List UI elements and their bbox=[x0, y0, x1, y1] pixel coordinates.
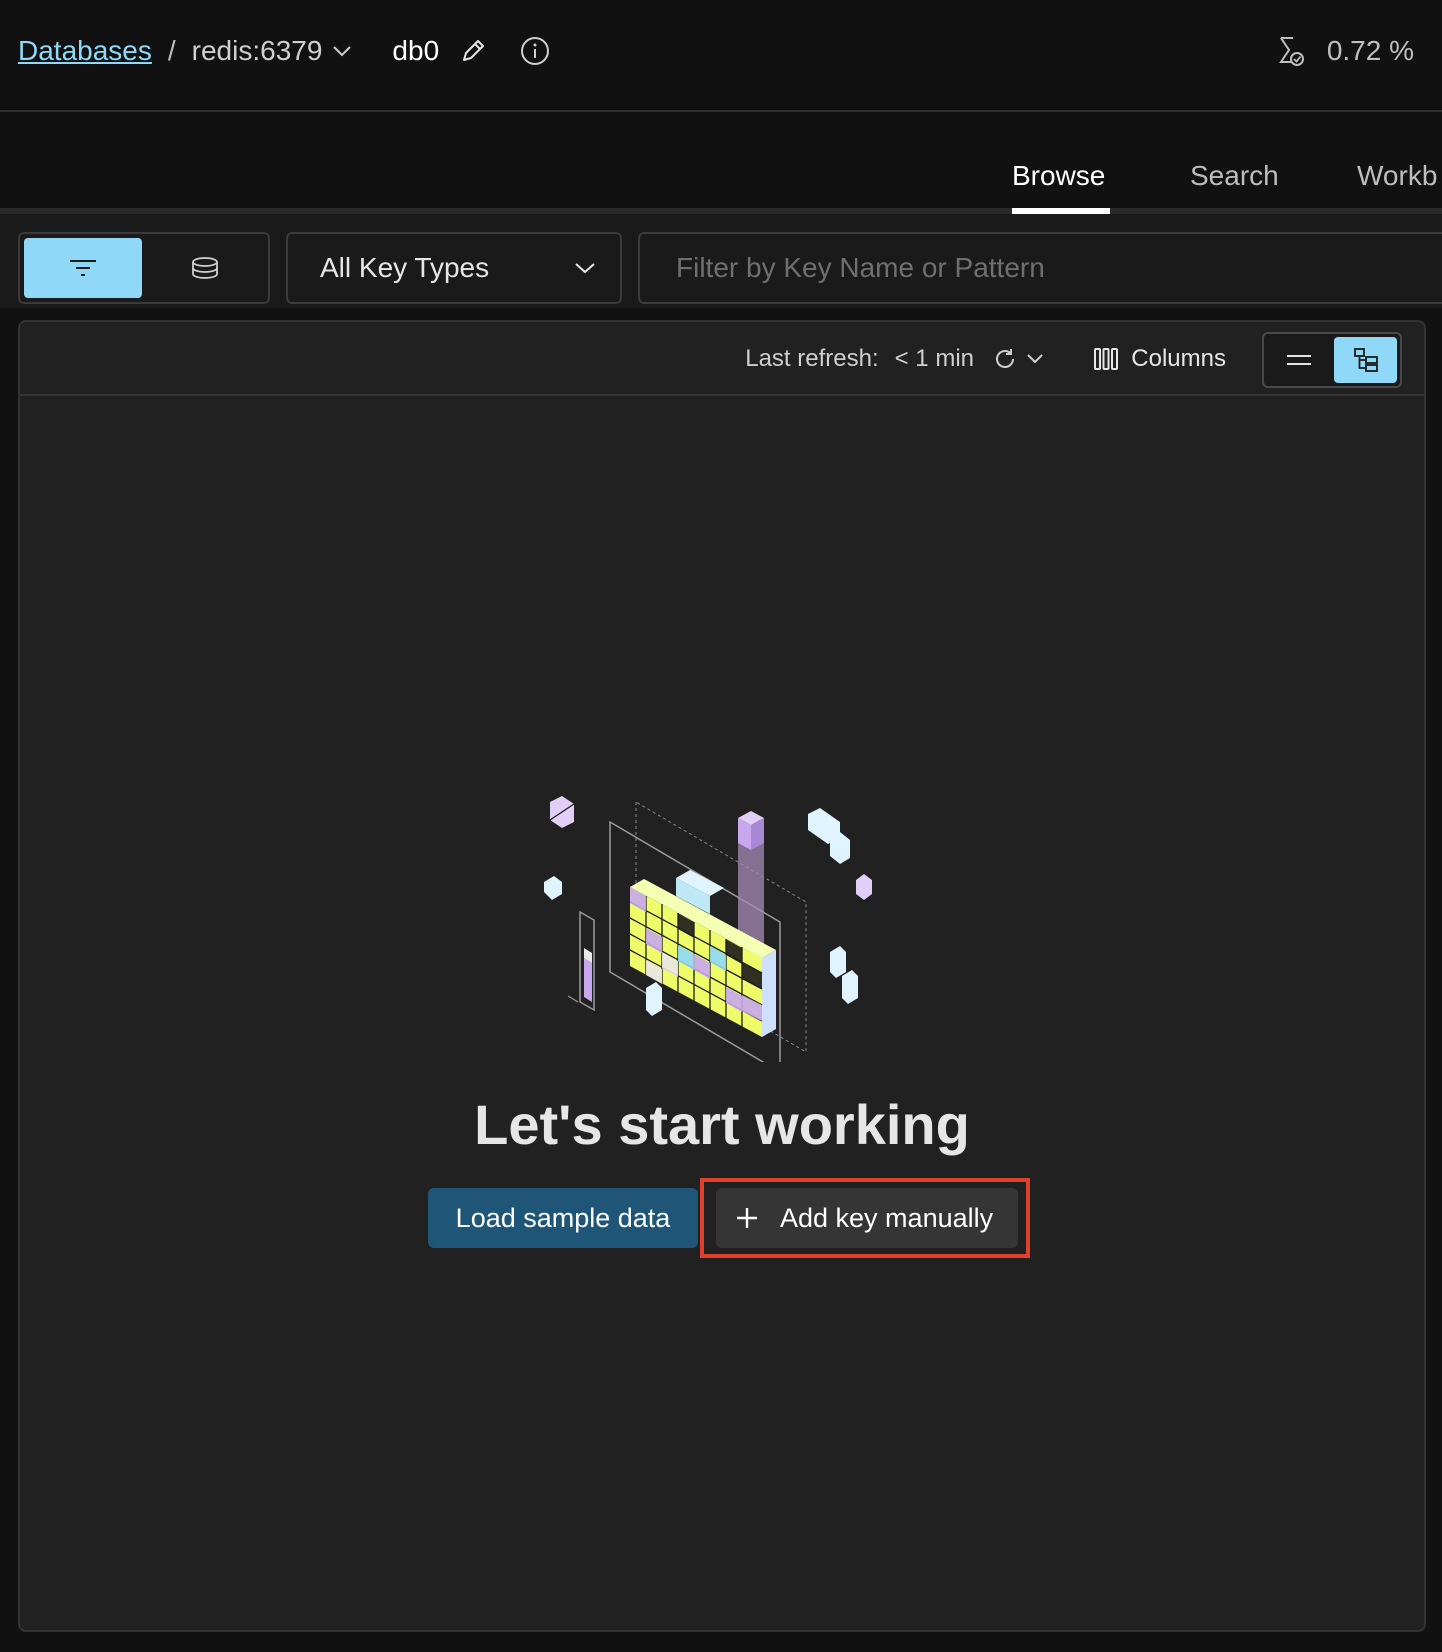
key-type-dropdown[interactable]: All Key Types bbox=[286, 232, 622, 304]
cpu-metric: 0.72 % bbox=[1277, 30, 1414, 72]
databases-link[interactable]: Databases bbox=[18, 35, 152, 67]
key-filter-input[interactable] bbox=[638, 232, 1442, 304]
columns-icon bbox=[1094, 348, 1119, 370]
database-search-icon bbox=[192, 257, 218, 279]
filter-mode-button[interactable] bbox=[24, 238, 142, 298]
top-bar: Databases / redis:6379 db0 0.72 % bbox=[0, 0, 1442, 112]
last-refresh-value: < 1 min bbox=[894, 345, 974, 372]
breadcrumb-separator: / bbox=[167, 35, 176, 66]
list-view-button[interactable] bbox=[1267, 337, 1330, 383]
columns-label: Columns bbox=[1131, 345, 1226, 372]
add-key-manually-button[interactable]: Add key manually bbox=[716, 1188, 1018, 1248]
filter-icon bbox=[70, 260, 96, 276]
key-list-panel: Last refresh: < 1 min Columns Let's star… bbox=[18, 320, 1426, 1632]
chevron-down-icon bbox=[575, 263, 595, 274]
db-index: db0 bbox=[392, 35, 440, 66]
view-mode-switch bbox=[1262, 332, 1402, 388]
breadcrumb: Databases / redis:6379 db0 bbox=[18, 30, 551, 72]
load-sample-data-button[interactable]: Load sample data bbox=[428, 1188, 698, 1248]
key-type-value: All Key Types bbox=[320, 252, 490, 283]
empty-state-illustration bbox=[544, 796, 872, 1062]
cpu-usage-value: 0.72 % bbox=[1326, 35, 1414, 66]
tab-workbench[interactable]: Workb bbox=[1357, 160, 1437, 192]
database-selector[interactable]: redis:6379 bbox=[192, 35, 353, 67]
database-name: redis:6379 bbox=[191, 35, 323, 66]
vector-search-mode-button[interactable] bbox=[146, 238, 264, 298]
pencil-icon[interactable] bbox=[459, 37, 487, 65]
empty-state-title: Let's start working bbox=[474, 1093, 970, 1156]
plus-icon bbox=[737, 1208, 757, 1228]
last-refresh-label: Last refresh: bbox=[745, 345, 879, 372]
tab-bar: Browse Search Workb bbox=[0, 114, 1442, 214]
chevron-down-icon bbox=[333, 46, 352, 57]
info-icon[interactable] bbox=[519, 35, 551, 67]
list-view-icon bbox=[1286, 355, 1311, 365]
add-key-label: Add key manually bbox=[780, 1202, 994, 1233]
tree-view-icon bbox=[1353, 348, 1378, 372]
tree-view-button[interactable] bbox=[1334, 337, 1397, 383]
panel-header: Last refresh: < 1 min Columns bbox=[20, 322, 1424, 396]
columns-button[interactable]: Columns bbox=[1093, 322, 1226, 396]
tab-search[interactable]: Search bbox=[1190, 160, 1279, 192]
auto-refresh-chevron-icon[interactable] bbox=[1026, 353, 1044, 365]
refresh-icon[interactable] bbox=[992, 346, 1018, 372]
last-refresh: Last refresh: < 1 min bbox=[745, 322, 1044, 396]
tab-browse[interactable]: Browse bbox=[1012, 160, 1105, 192]
search-mode-switch bbox=[18, 232, 270, 304]
cpu-usage-icon bbox=[1278, 37, 1304, 66]
browser-toolbar: All Key Types bbox=[0, 214, 1442, 308]
